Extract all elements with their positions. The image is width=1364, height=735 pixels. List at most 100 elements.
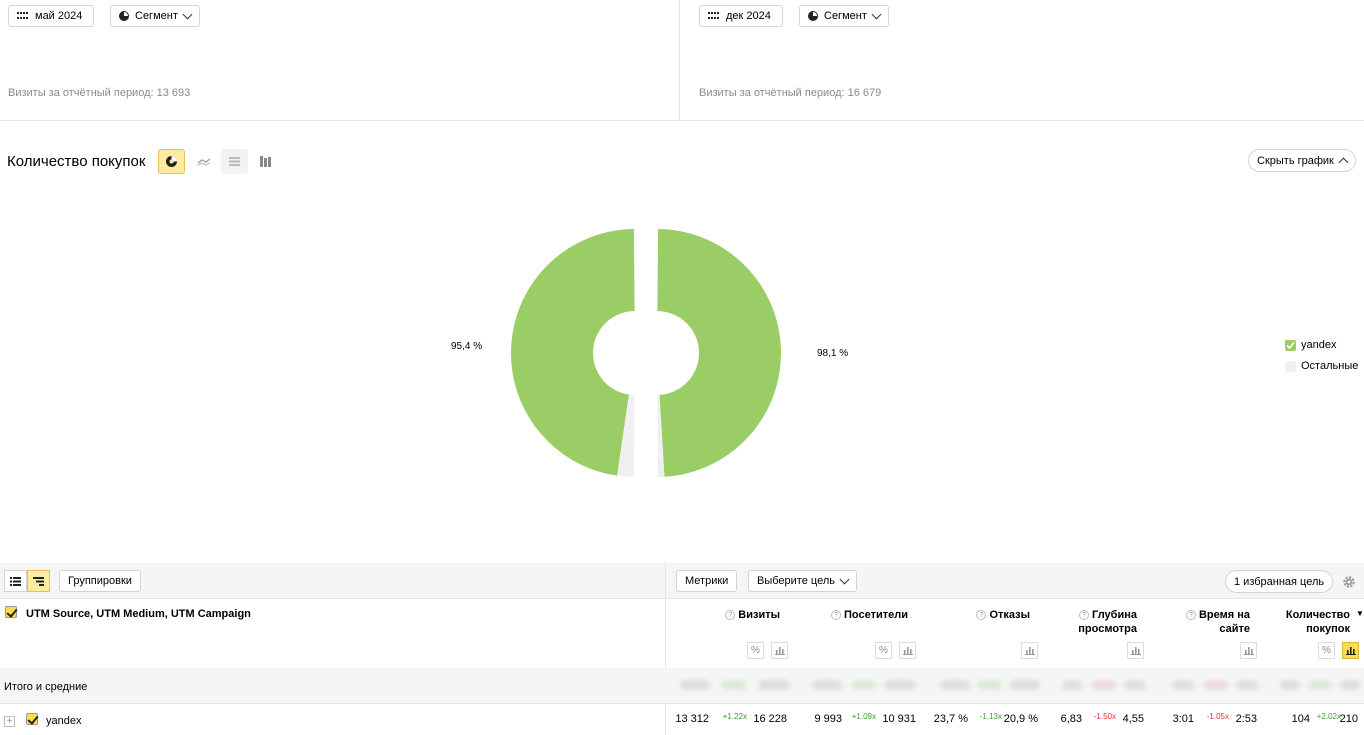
period-panel-right: дек 2024 Сегмент Визиты за отчётный пери… [680,0,1364,121]
tree-icon [33,576,44,586]
segment-button-right[interactable]: Сегмент [799,5,889,27]
column-title: Отказы [989,609,1030,621]
chart-toggle-depth[interactable] [1127,642,1144,659]
hide-chart-button[interactable]: Скрыть график [1248,149,1356,172]
loading-placeholder [1280,680,1300,690]
loading-placeholder [940,680,970,690]
pie-label-left: 95,4 % [451,341,483,352]
percent-toggle-visitors[interactable]: % [875,642,892,659]
cell-purchases-a: 104 [1291,713,1310,725]
column-title: Глубина [1092,609,1137,621]
pie-slice-left-yandex[interactable] [511,229,635,476]
visits-summary: Визиты за отчётный период: 13 693 [8,87,191,99]
row-checkbox[interactable] [26,713,38,725]
cell-purchases-delta: +2.02x [1316,712,1341,721]
chart-type-line-button[interactable] [190,149,217,174]
chart-toggle-bounces[interactable] [1021,642,1038,659]
cell-depth-b: 4,55 [1122,713,1144,725]
favorite-goal-label: 1 избранная цель [1234,575,1325,588]
expand-icon[interactable]: + [4,716,15,727]
goal-select-label: Выберите цель [757,575,835,587]
chart-toggle-time[interactable] [1240,642,1257,659]
favorite-goal-button[interactable]: 1 избранная цель [1225,570,1334,593]
cell-time-a: 3:01 [1172,713,1194,725]
metrics-button[interactable]: Метрики [676,570,738,592]
loading-placeholder [1062,680,1082,690]
chevron-down-icon [871,9,882,19]
mini-bar-icon [1243,647,1254,655]
chevron-up-icon [1338,157,1349,167]
chart-type-pie-button[interactable] [158,149,185,174]
period-panel-left: май 2024 Сегмент Визиты за отчётный пери… [0,0,680,121]
loading-placeholder [1010,680,1040,690]
cell-time-b: 2:53 [1235,713,1257,725]
view-tree-button[interactable] [27,570,50,592]
cell-visits-b: 16 228 [753,713,787,725]
mini-bar-icon [1024,647,1035,655]
mini-bar-icon [1345,647,1356,655]
loading-placeholder [884,680,916,690]
chart-toggle-purchases[interactable] [1342,642,1359,659]
chevron-down-icon [182,9,193,19]
column-title: Посетители [844,609,908,621]
column-header-purchases[interactable]: Количество покупок [1286,608,1350,636]
cell-visits-a: 13 312 [675,713,709,725]
chevron-down-icon [839,574,850,584]
legend-label: yandex [1301,339,1337,351]
loading-placeholder [1124,680,1146,690]
loading-placeholder [1204,680,1228,690]
column-header-bounces[interactable]: ? Отказы [976,608,1030,622]
percent-toggle-purchases[interactable]: % [1318,642,1335,659]
chart-title: Количество покупок [7,153,146,170]
help-icon[interactable]: ? [1079,610,1090,620]
chart-type-area-button[interactable] [221,149,248,174]
date-picker-left[interactable]: май 2024 [8,5,94,27]
cell-visitors-a: 9 993 [814,713,842,725]
help-icon[interactable]: ? [725,610,736,620]
legend-item-yandex[interactable]: yandex [1285,339,1336,351]
legend-box-icon [1285,360,1296,372]
help-icon[interactable]: ? [1185,610,1196,620]
date-picker-right[interactable]: дек 2024 [699,5,783,27]
column-header-time[interactable]: ? Время на сайте [1185,608,1250,636]
goal-select[interactable]: Выберите цель [748,570,857,592]
legend-item-other[interactable]: Остальные [1285,360,1358,372]
percent-toggle-visits[interactable]: % [747,642,764,659]
pie-slice-right-yandex[interactable] [657,229,782,477]
chart-toggle-visitors[interactable] [899,642,916,659]
loading-placeholder [1092,680,1116,690]
segment-icon [119,11,129,21]
select-all-checkbox[interactable] [5,606,17,618]
totals-label: Итого и средние [4,681,88,693]
pie-chart [511,229,782,477]
stacked-area-icon [229,157,240,166]
chart-toggle-visits[interactable] [771,642,788,659]
cell-depth-delta: -1.50x [1093,712,1116,721]
column-title: Количество [1285,609,1350,621]
view-list-button[interactable] [4,570,27,592]
column-title: Время на [1198,609,1250,621]
loading-placeholder [722,680,746,690]
column-header-depth[interactable]: ? Глубина просмотра [1078,608,1137,636]
column-title-line2: сайте [1219,623,1250,635]
loading-placeholder [758,680,790,690]
cell-depth-a: 6,83 [1060,713,1082,725]
mini-bar-icon [1130,647,1141,655]
segment-label: Сегмент [135,10,178,22]
groupings-label: Группировки [68,575,132,587]
column-header-visitors[interactable]: ? Посетители [831,608,908,622]
help-icon[interactable]: ? [831,610,842,620]
groupings-button[interactable]: Группировки [59,570,141,592]
cell-bounces-delta: -1.13x [979,712,1002,721]
cell-bounces-a: 23,7 % [933,713,968,725]
column-header-visits[interactable]: ? Визиты [725,608,780,622]
loading-placeholder [852,680,876,690]
pie-chart-icon [166,156,177,167]
visits-summary: Визиты за отчётный период: 16 679 [699,87,882,99]
gear-icon[interactable] [1342,575,1356,589]
segment-button-left[interactable]: Сегмент [110,5,200,27]
sort-desc-icon[interactable]: ▼ [1356,609,1364,618]
chart-type-bars-button[interactable] [252,149,279,174]
help-icon[interactable]: ? [976,610,987,620]
dimension-header: UTM Source, UTM Medium, UTM Campaign [26,608,251,620]
